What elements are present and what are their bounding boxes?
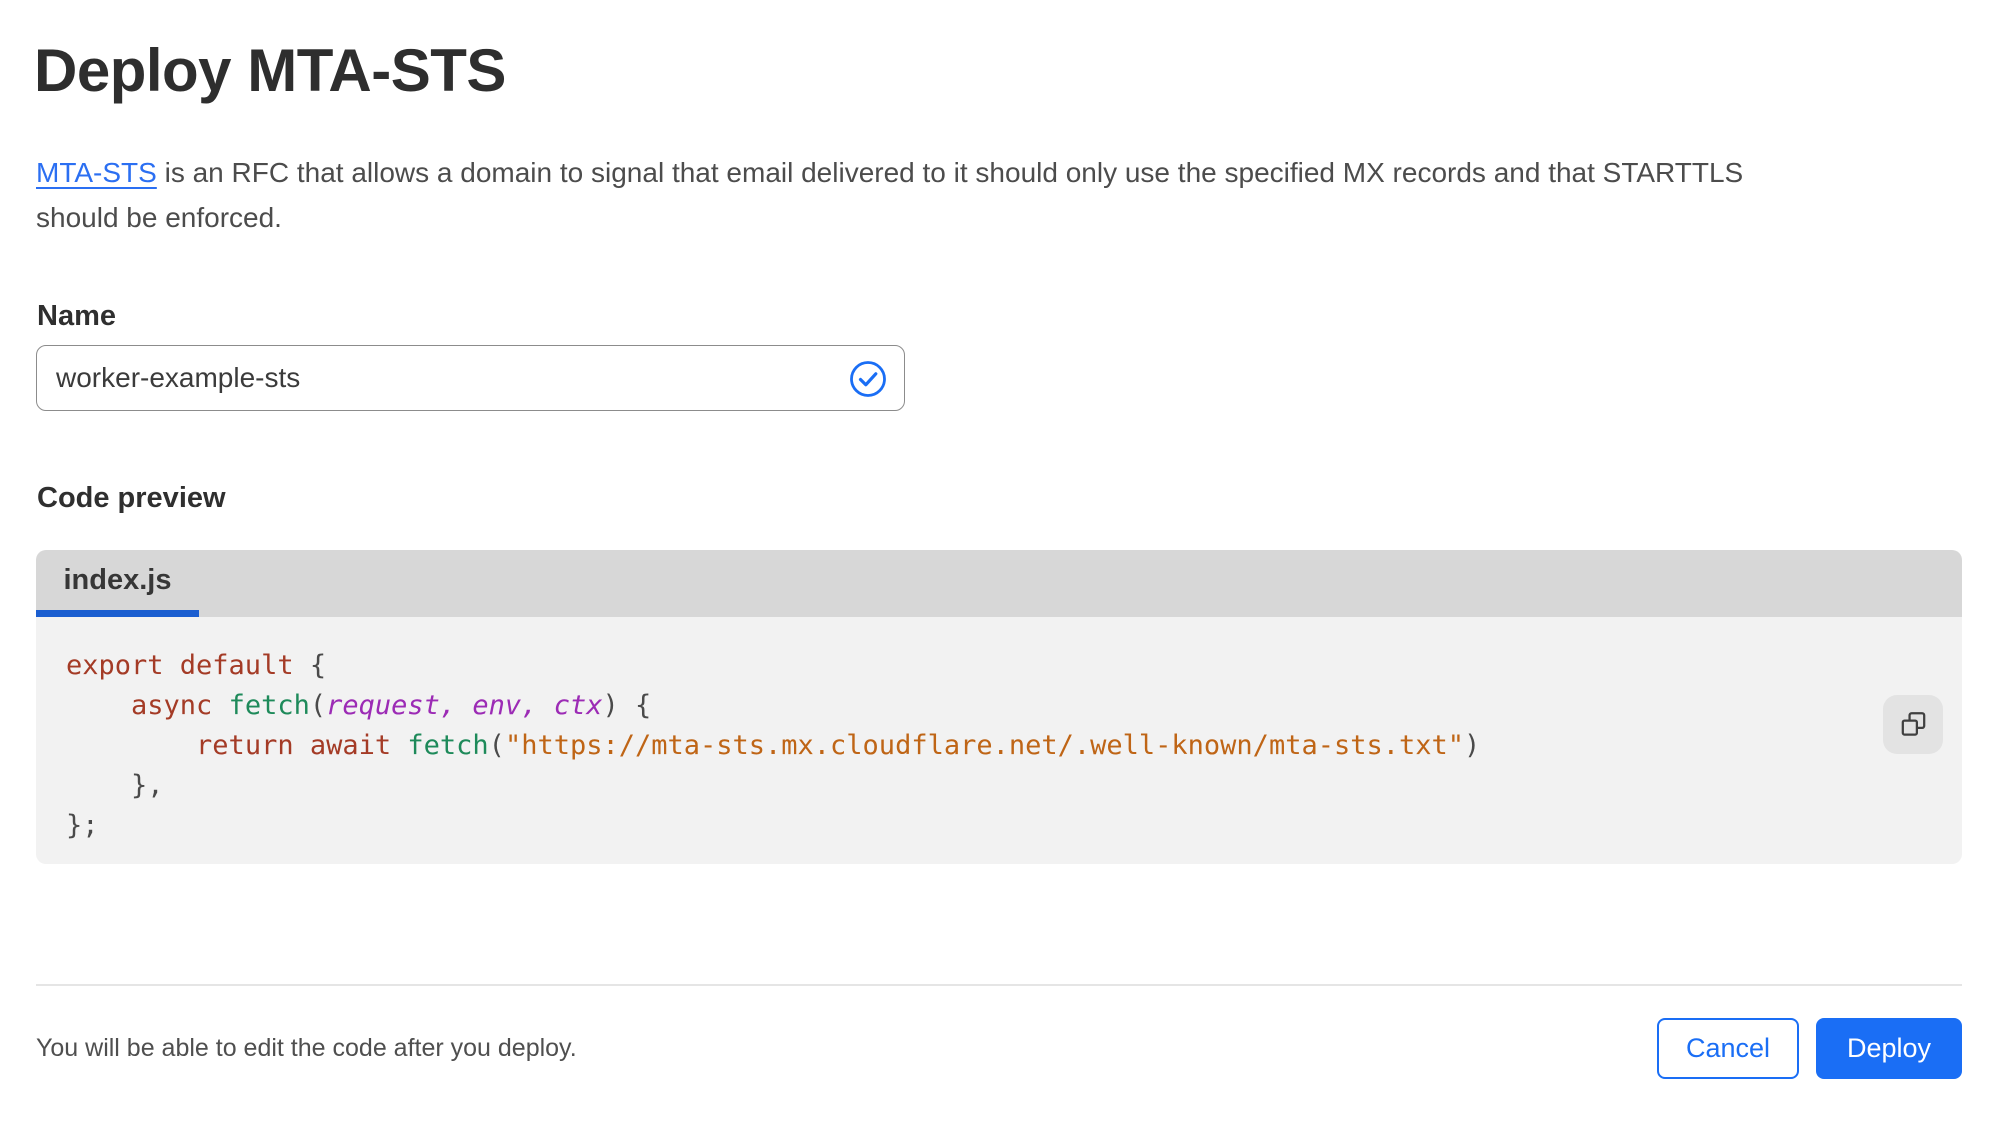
intro-text-line2: should be enforced. — [36, 202, 282, 233]
intro-text-line1: is an RFC that allows a domain to signal… — [156, 157, 1744, 188]
code-preview-label: Code preview — [37, 482, 226, 514]
footer-note: You will be able to edit the code after … — [36, 1034, 577, 1062]
name-label: Name — [37, 300, 116, 332]
deploy-mta-sts-page: Deploy MTA-STS MTA-STS is an RFC that al… — [0, 0, 1999, 1138]
mta-sts-link[interactable]: MTA-STS — [36, 157, 157, 188]
page-title: Deploy MTA-STS — [34, 37, 506, 104]
code-preview-panel: index.js export default { async fetch(re… — [36, 550, 1962, 864]
code-editor: export default { async fetch(request, en… — [36, 617, 1962, 864]
cancel-button[interactable]: Cancel — [1657, 1018, 1799, 1079]
tab-index-js[interactable]: index.js — [36, 550, 199, 617]
check-circle-icon — [850, 361, 886, 397]
copy-icon — [1901, 712, 1925, 736]
copy-code-button[interactable] — [1883, 695, 1943, 754]
code-content: export default { async fetch(request, en… — [66, 650, 1481, 841]
intro-text: MTA-STS is an RFC that allows a domain t… — [36, 150, 1966, 240]
deploy-button[interactable]: Deploy — [1816, 1018, 1962, 1079]
name-input[interactable] — [37, 346, 817, 410]
name-input-container — [36, 345, 905, 411]
code-tab-bar: index.js — [36, 550, 1962, 617]
footer-divider — [36, 984, 1962, 986]
